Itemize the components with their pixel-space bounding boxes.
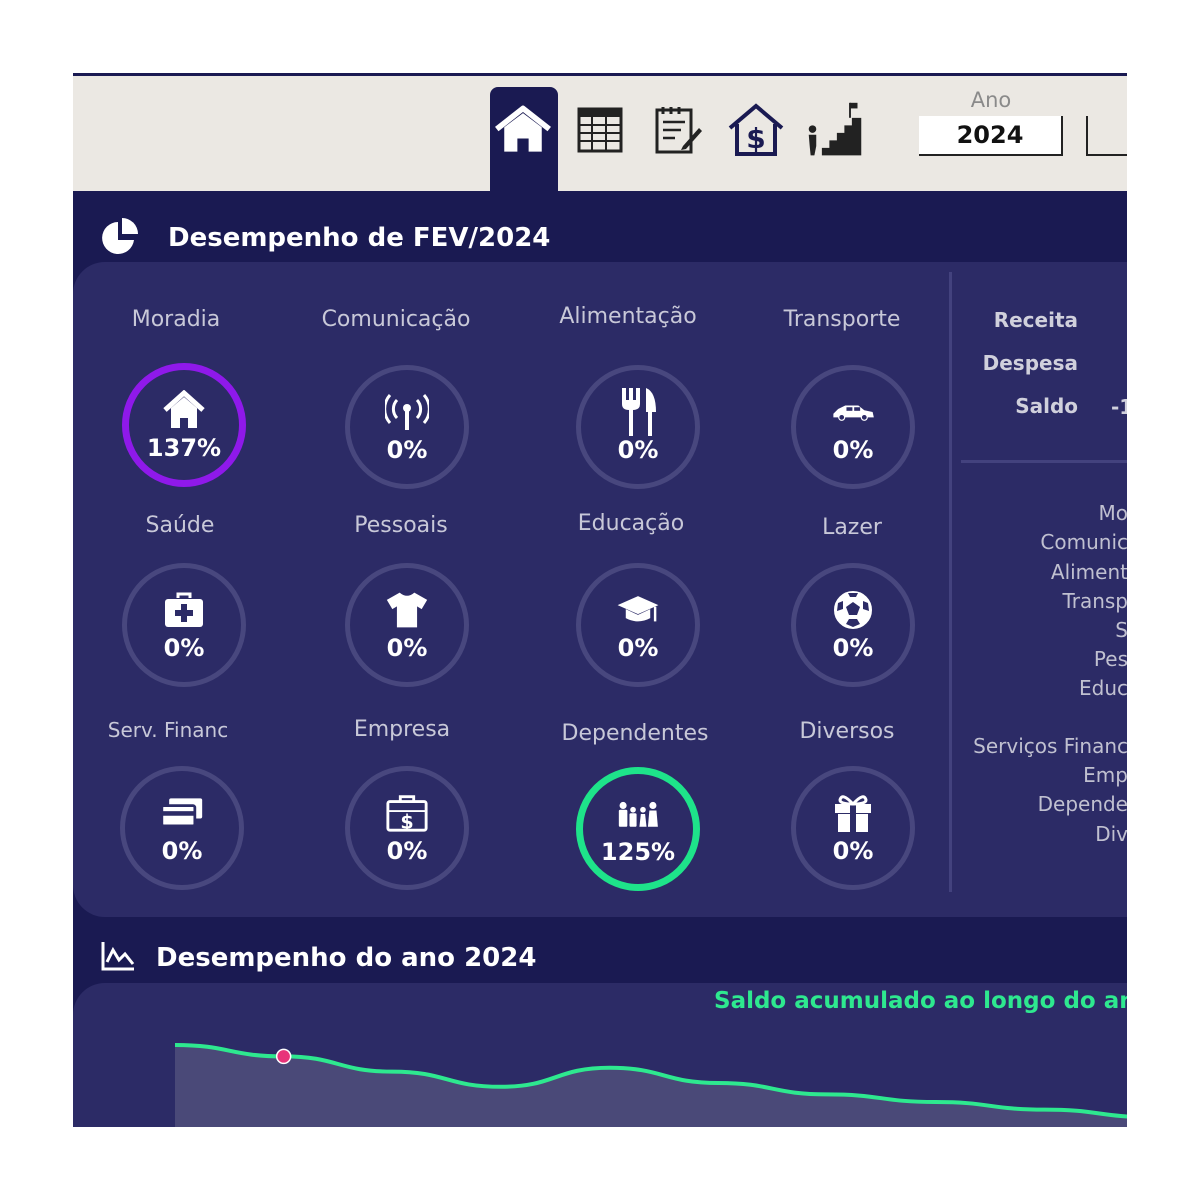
yearly-title: Desempenho do ano 2024: [156, 943, 537, 973]
list-item: Comunic: [1040, 530, 1127, 554]
gauge-percent: 0%: [386, 837, 428, 865]
gauge-percent: 0%: [386, 436, 428, 464]
gauge-percent: 125%: [600, 838, 676, 866]
category-label-comunicacao: Comunicação: [321, 307, 471, 332]
gauge-lazer[interactable]: 0%: [791, 563, 915, 687]
chart-title: Saldo acumulado ao longo do ano: [714, 988, 1127, 1014]
house-icon: [162, 388, 206, 432]
soccer-ball-icon: [831, 588, 875, 632]
year-label: Ano: [970, 88, 1012, 112]
gauge-percent: 0%: [617, 436, 659, 464]
monthly-title: Desempenho de FEV/2024: [168, 223, 551, 253]
gauge-pessoais[interactable]: 0%: [345, 563, 469, 687]
gauge-educacao[interactable]: 0%: [576, 563, 700, 687]
gauge-percent: 0%: [832, 634, 874, 662]
category-label-saude: Saúde: [145, 513, 215, 538]
gauge-saude[interactable]: 0%: [122, 563, 246, 687]
category-label-lazer: Lazer: [822, 515, 882, 540]
category-label-transporte: Transporte: [783, 307, 901, 332]
credit-cards-icon: [160, 791, 204, 835]
pie-chart-icon: [100, 218, 142, 262]
category-label-serv-financ: Serv. Financ: [107, 718, 229, 742]
gauge-percent: 0%: [163, 634, 205, 662]
category-label-empresa: Empresa: [353, 717, 451, 742]
gauge-percent: 0%: [386, 634, 428, 662]
gauge-moradia[interactable]: 137%: [122, 363, 246, 487]
year-field[interactable]: 2024: [919, 116, 1063, 156]
saldo-label: Saldo: [1015, 394, 1078, 418]
receita-label: Receita: [993, 308, 1078, 332]
list-item: S: [1115, 618, 1127, 642]
line-chart-icon: [100, 940, 136, 976]
fork-knife-icon: [616, 388, 660, 436]
category-label-alimentacao: Alimentação: [559, 304, 697, 329]
svg-text:$: $: [746, 122, 765, 155]
house-dollar-icon[interactable]: $: [726, 98, 786, 162]
gauge-percent: 0%: [832, 837, 874, 865]
list-item: Div: [1095, 822, 1127, 846]
gauge-dependentes[interactable]: 125%: [576, 767, 700, 891]
current-month-marker[interactable]: [275, 1048, 292, 1065]
briefcase-dollar-icon: $: [385, 791, 429, 835]
tshirt-icon: [385, 588, 429, 632]
panel-divider: [949, 272, 952, 892]
category-label-pessoais: Pessoais: [354, 513, 448, 538]
saldo-value: -1: [1111, 395, 1127, 419]
gauge-percent: 0%: [832, 436, 874, 464]
month-field[interactable]: [1086, 116, 1127, 156]
list-item: Aliment: [1050, 560, 1127, 584]
list-item: Depende: [1037, 792, 1127, 816]
family-icon: [616, 792, 660, 836]
gauge-serv-financ[interactable]: 0%: [120, 766, 244, 890]
category-label-moradia: Moradia: [131, 307, 221, 332]
gauge-comunicacao[interactable]: 0%: [345, 365, 469, 489]
gauge-percent: 137%: [146, 434, 222, 462]
despesa-label: Despesa: [982, 351, 1078, 375]
gauge-empresa[interactable]: $ 0%: [345, 766, 469, 890]
gauge-percent: 0%: [161, 837, 203, 865]
gauge-percent: 0%: [617, 634, 659, 662]
dashboard: $ Ano 2024 Desempenho de FEV/2024 Moradi…: [73, 73, 1127, 1127]
home-icon[interactable]: [493, 98, 553, 162]
list-item: Mo: [1098, 501, 1128, 525]
gift-icon: [831, 791, 875, 835]
first-aid-icon: [162, 588, 206, 632]
stairs-goal-icon[interactable]: [805, 98, 865, 162]
list-item: Transp: [1062, 589, 1127, 613]
category-label-dependentes: Dependentes: [561, 721, 709, 746]
list-item: Emp: [1083, 763, 1127, 787]
gauge-transporte[interactable]: 0%: [791, 365, 915, 489]
list-item: Educ: [1078, 676, 1127, 700]
notes-icon[interactable]: [648, 98, 708, 162]
svg-text:$: $: [400, 810, 413, 833]
gauge-alimentacao[interactable]: 0%: [576, 365, 700, 489]
gauge-diversos[interactable]: 0%: [791, 766, 915, 890]
table-icon[interactable]: [570, 98, 630, 162]
list-item: Pes: [1093, 647, 1127, 671]
top-toolbar: $ Ano 2024: [73, 73, 1127, 197]
category-label-educacao: Educação: [577, 511, 685, 536]
list-item: Serviços Financ: [973, 734, 1127, 758]
graduation-cap-icon: [616, 588, 660, 632]
antenna-icon: [385, 390, 429, 434]
car-icon: [831, 390, 875, 434]
summary-divider: [961, 460, 1127, 463]
category-label-diversos: Diversos: [799, 719, 895, 744]
